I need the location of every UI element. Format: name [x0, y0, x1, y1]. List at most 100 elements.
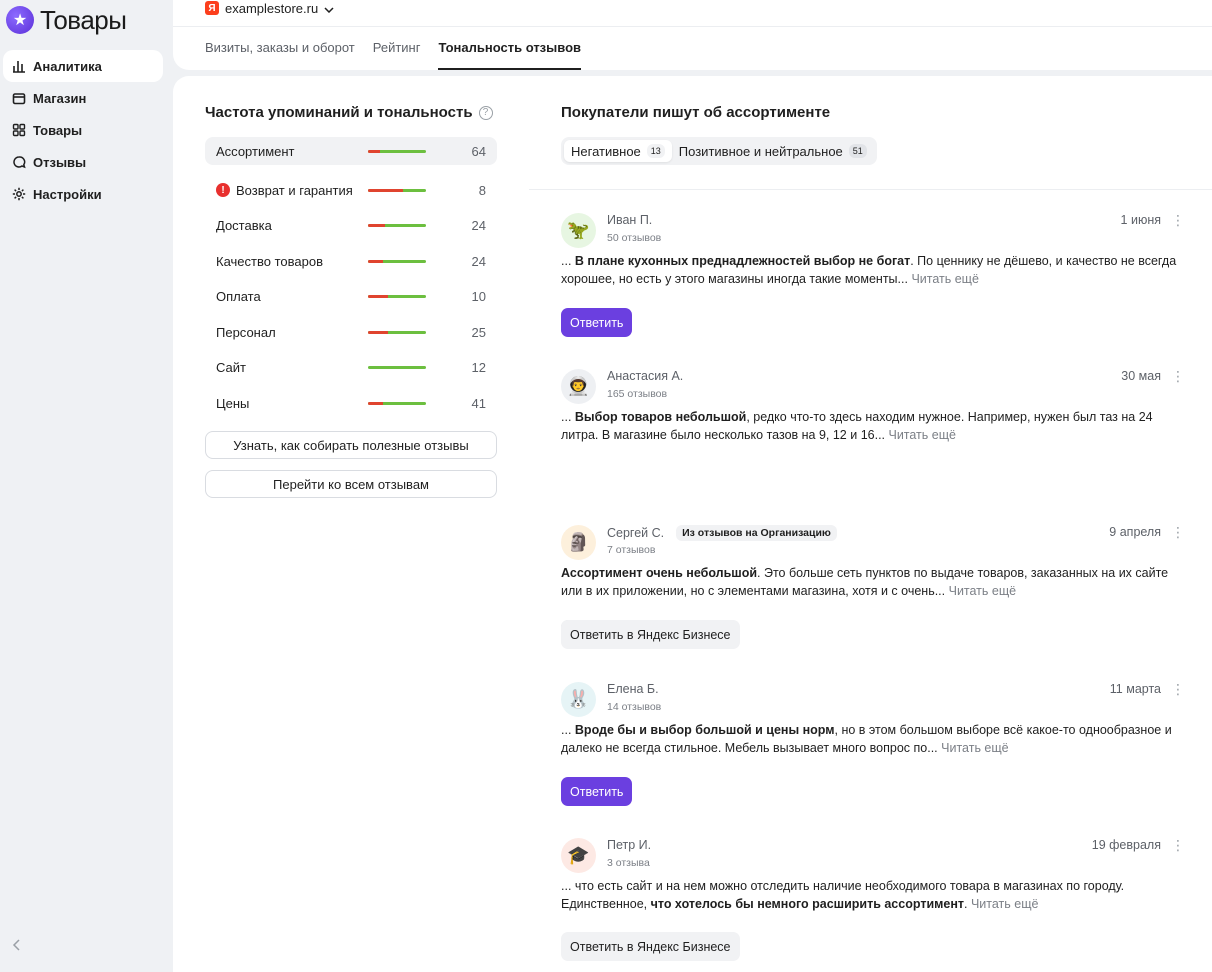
review-text: ... Выбор товаров небольшой, редко что-т…: [561, 408, 1191, 444]
more-vertical-icon[interactable]: ⋮: [1171, 524, 1185, 541]
category-name: Оплата: [216, 289, 261, 304]
astronaut-icon: 👨‍🚀: [561, 369, 596, 404]
chevron-left-icon[interactable]: [12, 938, 22, 957]
sidebar: ★ Товары Аналитика Магазин Товары Отзывы…: [0, 0, 170, 972]
category-row[interactable]: Персонал 25: [205, 315, 497, 351]
reviewer-name[interactable]: Петр И.: [607, 838, 651, 852]
site-selector[interactable]: Я examplestore.ru: [205, 0, 334, 16]
reviewer: Сергей С. Из отзывов на Организацию: [607, 525, 837, 541]
grid-icon: [12, 123, 26, 137]
store-icon: [12, 91, 26, 105]
review-text: ... Вроде бы и выбор большой и цены норм…: [561, 721, 1191, 757]
review-text-prefix: ...: [561, 254, 575, 268]
filter-negative[interactable]: Негативное 13: [564, 140, 672, 162]
chart-icon: [12, 59, 26, 73]
review-text: Ассортимент очень небольшой. Это больше …: [561, 564, 1191, 600]
reply-button[interactable]: Ответить: [561, 308, 633, 337]
read-more-link[interactable]: Читать ещё: [941, 741, 1008, 755]
sidebar-item-settings[interactable]: Настройки: [3, 178, 163, 210]
category-count: 64: [471, 143, 486, 159]
tab-visits[interactable]: Визиты, заказы и оборот: [205, 40, 355, 70]
review-date: 11 марта: [1109, 682, 1161, 696]
category-row[interactable]: Качество товаров 24: [205, 244, 497, 280]
review-card: 🗿 Сергей С. Из отзывов на Организацию 7 отз…: [561, 524, 1191, 665]
help-icon[interactable]: ?: [478, 105, 493, 120]
review-highlight: Выбор товаров небольшой: [574, 410, 747, 424]
reviewer-name[interactable]: Иван П.: [607, 213, 652, 227]
all-reviews-button[interactable]: Перейти ко всем отзывам: [205, 470, 497, 498]
sentiment-bar-negative: [368, 295, 389, 299]
site-name: examplestore.ru: [225, 0, 319, 16]
warning-icon: !: [216, 183, 230, 198]
sidebar-item-store[interactable]: Магазин: [3, 82, 163, 114]
category-row[interactable]: Цены 41: [205, 386, 497, 422]
more-vertical-icon[interactable]: ⋮: [1171, 368, 1185, 385]
tab-sentiment[interactable]: Тональность отзывов: [438, 40, 582, 70]
category-name: Ассортимент: [216, 144, 295, 159]
read-more-link[interactable]: Читать ещё: [888, 428, 955, 442]
read-more-link[interactable]: Читать ещё: [911, 272, 978, 286]
sidebar-item-label: Аналитика: [33, 58, 102, 74]
star-icon: ★: [6, 6, 34, 34]
sidebar-item-label: Товары: [33, 122, 83, 138]
read-more-link[interactable]: Читать ещё: [949, 584, 1016, 598]
sentiment-bar: [368, 366, 426, 370]
category-count: 24: [471, 253, 486, 269]
category-row[interactable]: Ассортимент 64: [205, 137, 497, 165]
reply-button[interactable]: Ответить: [561, 777, 633, 806]
read-more-link[interactable]: Читать ещё: [971, 897, 1038, 911]
reviewer-name[interactable]: Анастасия А.: [607, 369, 683, 383]
tabs: Визиты, заказы и оборот Рейтинг Тонально…: [205, 40, 582, 70]
sidebar-item-analytics[interactable]: Аналитика: [3, 50, 163, 82]
sidebar-item-reviews[interactable]: Отзывы: [3, 146, 163, 178]
reviewer-review-count: 165 отзывов: [607, 388, 668, 400]
statue-icon: 🗿: [561, 525, 596, 560]
sentiment-bar-negative: [368, 224, 386, 228]
reviewer: Петр И.: [607, 838, 651, 852]
review-date: 1 июня: [1120, 213, 1161, 227]
category-name: Персонал: [216, 325, 276, 340]
topbar: Я examplestore.ru Визиты, заказы и оборо…: [173, 0, 1212, 70]
category-count: 12: [471, 360, 486, 376]
divider: [529, 189, 1212, 190]
reply-in-business-button[interactable]: Ответить в Яндекс Бизнесе: [561, 620, 740, 649]
sidebar-nav: Аналитика Магазин Товары Отзывы Настройк…: [3, 50, 163, 210]
reviewer: Елена Б.: [607, 682, 659, 696]
more-vertical-icon[interactable]: ⋮: [1171, 681, 1185, 698]
learn-reviews-button[interactable]: Узнать, как собирать полезные отзывы: [205, 431, 497, 459]
category-row[interactable]: ! Возврат и гарантия 8: [205, 173, 497, 209]
sidebar-item-label: Настройки: [33, 186, 102, 202]
reviewer-name[interactable]: Сергей С.: [607, 526, 664, 540]
more-vertical-icon[interactable]: ⋮: [1171, 212, 1185, 229]
sidebar-item-products[interactable]: Товары: [3, 114, 163, 146]
sentiment-bar: [368, 401, 426, 405]
sidebar-item-label: Отзывы: [33, 154, 87, 170]
sentiment-filter: Негативное 13 Позитивное и нейтральное 5…: [561, 137, 877, 165]
reviewer: Анастасия А.: [607, 369, 683, 383]
category-count: 41: [471, 395, 486, 411]
review-text: ... что есть сайт и на нем можно отследи…: [561, 877, 1191, 913]
category-label: Оплата: [216, 289, 261, 305]
category-row[interactable]: Оплата 10: [205, 279, 497, 315]
filter-count: 51: [848, 144, 867, 158]
category-label: Доставка: [216, 218, 272, 234]
reviewer-review-count: 7 отзывов: [607, 544, 656, 556]
yandex-icon: Я: [205, 1, 219, 15]
divider: [173, 26, 1212, 27]
category-count: 10: [471, 289, 486, 305]
category-row[interactable]: Сайт 12: [205, 350, 497, 386]
filter-positive[interactable]: Позитивное и нейтральное 51: [672, 140, 874, 162]
reviewer-name[interactable]: Елена Б.: [607, 682, 659, 696]
category-label: Возврат и гарантия: [236, 182, 353, 198]
category-list: Ассортимент 64! Возврат и гарантия 8 Доставк…: [205, 137, 497, 421]
category-name: Качество товаров: [216, 254, 323, 269]
more-vertical-icon[interactable]: ⋮: [1171, 837, 1185, 854]
category-count: 8: [478, 182, 486, 198]
review-highlight: Ассортимент очень небольшой: [561, 566, 758, 580]
review-card: 👨‍🚀 Анастасия А. 165 отзывов 30 мая ⋮... Выб…: [561, 368, 1191, 648]
brand[interactable]: ★ Товары: [6, 4, 127, 36]
reply-in-business-button[interactable]: Ответить в Яндекс Бизнесе: [561, 932, 740, 961]
review-text-prefix: ...: [561, 410, 575, 424]
category-row[interactable]: Доставка 24: [205, 208, 497, 244]
tab-rating[interactable]: Рейтинг: [373, 40, 421, 70]
